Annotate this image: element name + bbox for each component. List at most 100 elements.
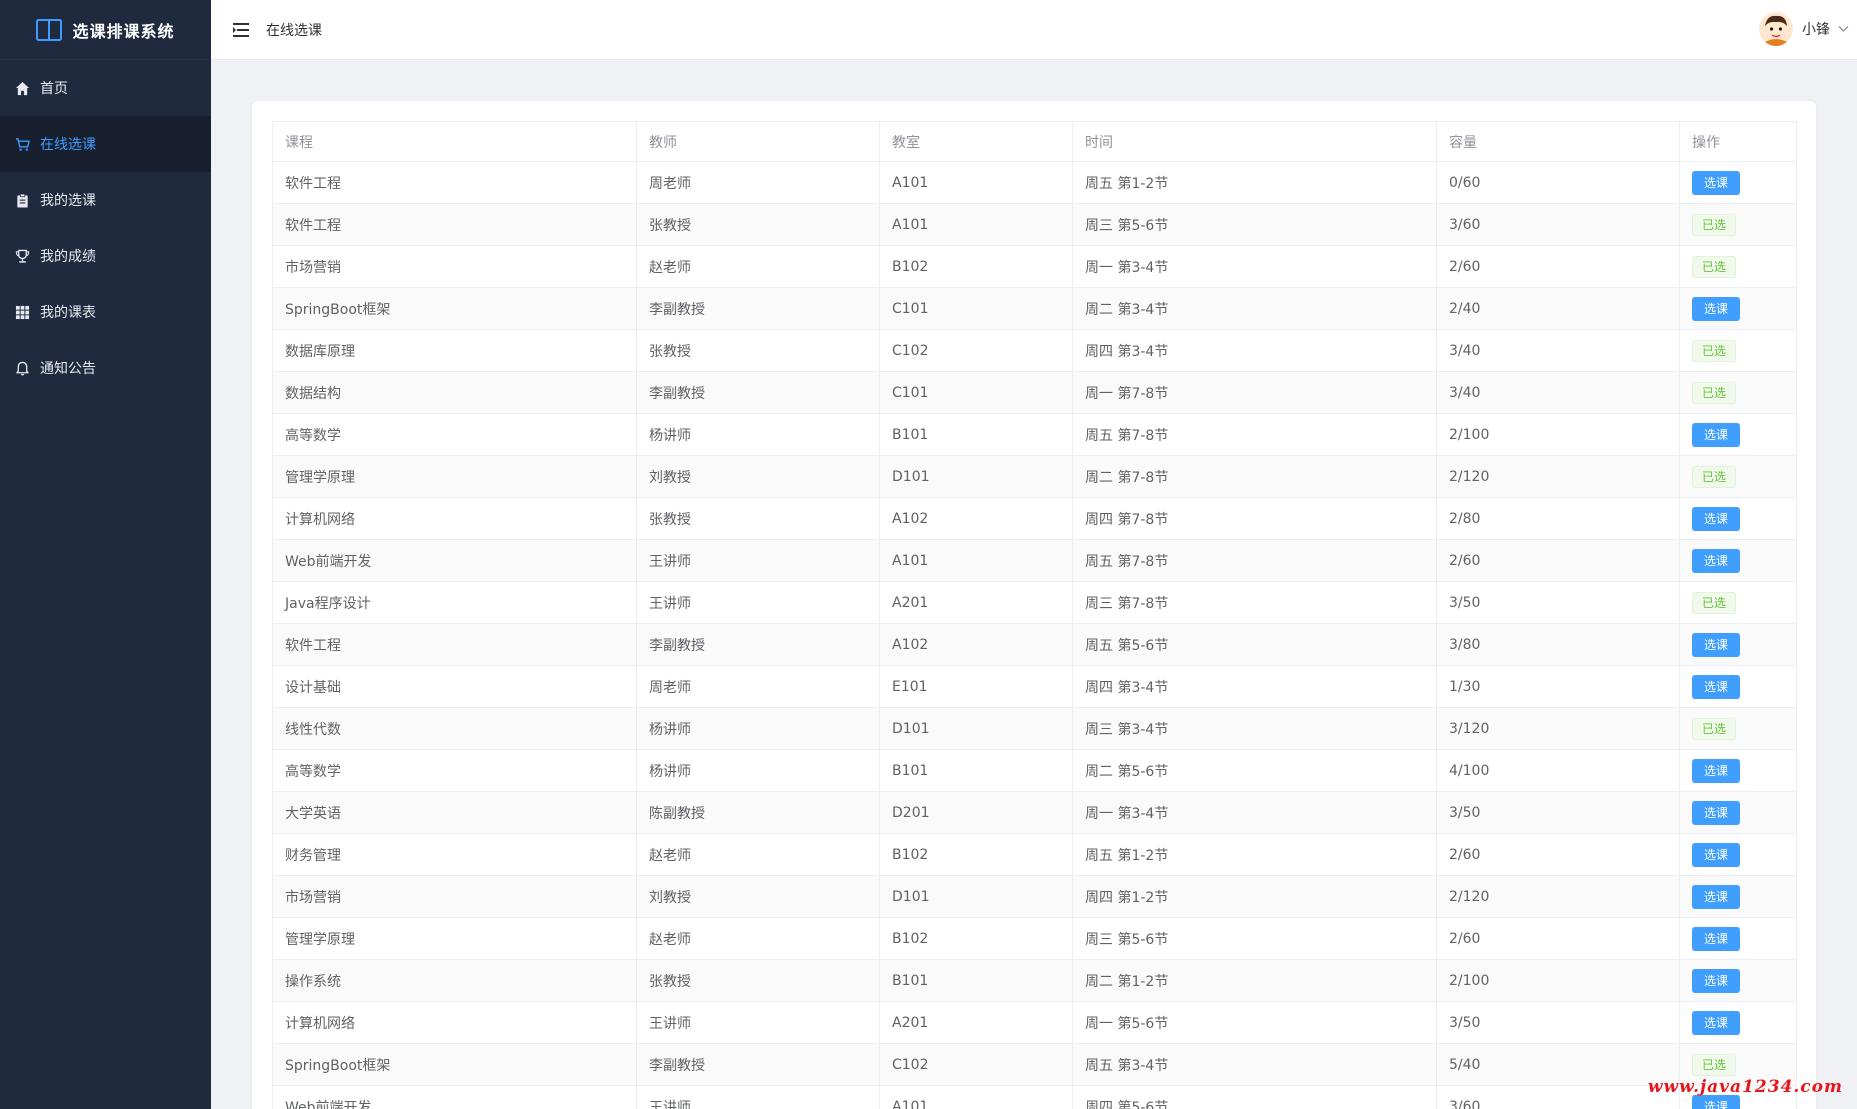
sidebar-item-5[interactable]: 通知公告	[0, 340, 211, 396]
sidebar-item-2[interactable]: 我的选课	[0, 172, 211, 228]
cell-action: 已选	[1679, 455, 1797, 498]
cell-teacher: 张教授	[636, 203, 880, 246]
cell-time: 周五 第7-8节	[1072, 413, 1437, 456]
cell-time: 周五 第5-6节	[1072, 623, 1437, 666]
cell-teacher: 李副教授	[636, 1043, 880, 1086]
sidebar-item-4[interactable]: 我的课表	[0, 284, 211, 340]
cell-teacher: 张教授	[636, 497, 880, 540]
cell-capacity: 2/80	[1436, 497, 1680, 540]
cell-capacity: 2/100	[1436, 413, 1680, 456]
cell-course: 管理学原理	[272, 917, 637, 960]
table-row: 市场营销 赵老师 B102 周一 第3-4节 2/60 已选	[272, 245, 1797, 288]
home-icon	[15, 81, 30, 96]
cell-course: 设计基础	[272, 665, 637, 708]
cell-action: 选课	[1679, 413, 1797, 456]
cell-course: 软件工程	[272, 161, 637, 204]
cell-action: 选课	[1679, 749, 1797, 792]
cell-course: 市场营销	[272, 245, 637, 288]
course-card: 课程 教师 教室 时间 容量 操作 软件工程 周老师 A101 周五 第1-2节 0/6…	[252, 101, 1816, 1109]
select-course-button[interactable]: 选课	[1692, 674, 1740, 699]
sidebar-menu: 首页 在线选课 我的选课 我的成绩 我的课表 通知公告	[0, 60, 211, 396]
cell-course: 管理学原理	[272, 455, 637, 498]
select-course-button[interactable]: 选课	[1692, 1010, 1740, 1035]
cell-teacher: 张教授	[636, 329, 880, 372]
select-course-button[interactable]: 选课	[1692, 926, 1740, 951]
cell-teacher: 周老师	[636, 665, 880, 708]
cell-course: 数据结构	[272, 371, 637, 414]
avatar	[1759, 12, 1793, 46]
cell-action: 选课	[1679, 833, 1797, 876]
cell-teacher: 陈副教授	[636, 791, 880, 834]
sidebar: 选课排课系统 首页 在线选课 我的选课 我的成绩 我的课表 通知公告	[0, 0, 211, 1109]
cell-room: A102	[879, 497, 1073, 540]
table-row: SpringBoot框架 李副教授 C102 周五 第3-4节 5/40 已选	[272, 1043, 1797, 1086]
menu-toggle-icon[interactable]	[233, 22, 249, 37]
cell-capacity: 3/50	[1436, 1001, 1680, 1044]
select-course-button[interactable]: 选课	[1692, 968, 1740, 993]
select-course-button[interactable]: 选课	[1692, 422, 1740, 447]
cell-room: C102	[879, 329, 1073, 372]
cell-time: 周三 第7-8节	[1072, 581, 1437, 624]
course-table-wrap: 课程 教师 教室 时间 容量 操作 软件工程 周老师 A101 周五 第1-2节 0/6…	[272, 121, 1797, 1109]
cell-teacher: 王讲师	[636, 1085, 880, 1109]
cell-time: 周五 第7-8节	[1072, 539, 1437, 582]
sidebar-item-1[interactable]: 在线选课	[0, 116, 211, 172]
select-course-button[interactable]: 选课	[1692, 842, 1740, 867]
select-course-button[interactable]: 选课	[1692, 800, 1740, 825]
cell-action: 选课	[1679, 539, 1797, 582]
table-row: 计算机网络 张教授 A102 周四 第7-8节 2/80 选课	[272, 497, 1797, 540]
cell-teacher: 杨讲师	[636, 749, 880, 792]
cell-room: A101	[879, 203, 1073, 246]
cell-course: 线性代数	[272, 707, 637, 750]
cell-action: 已选	[1679, 707, 1797, 750]
select-course-button[interactable]: 选课	[1692, 170, 1740, 195]
cell-action: 选课	[1679, 1001, 1797, 1044]
table-row: 市场营销 刘教授 D101 周四 第1-2节 2/120 选课	[272, 875, 1797, 918]
cell-teacher: 赵老师	[636, 833, 880, 876]
user-menu[interactable]: 小锋	[1759, 12, 1849, 46]
cell-room: D101	[879, 707, 1073, 750]
cell-action: 已选	[1679, 371, 1797, 414]
selected-tag: 已选	[1692, 1053, 1736, 1076]
select-course-button[interactable]: 选课	[1692, 632, 1740, 657]
cell-course: 计算机网络	[272, 1001, 637, 1044]
column-header-teacher: 教师	[636, 121, 880, 162]
cell-room: B102	[879, 917, 1073, 960]
table-row: 线性代数 杨讲师 D101 周三 第3-4节 3/120 已选	[272, 707, 1797, 750]
cell-teacher: 王讲师	[636, 1001, 880, 1044]
cell-action: 选课	[1679, 497, 1797, 540]
table-row: 财务管理 赵老师 B102 周五 第1-2节 2/60 选课	[272, 833, 1797, 876]
selected-tag: 已选	[1692, 381, 1736, 404]
select-course-button[interactable]: 选课	[1692, 296, 1740, 321]
table-row: 设计基础 周老师 E101 周四 第3-4节 1/30 选课	[272, 665, 1797, 708]
trophy-icon	[15, 249, 30, 264]
select-course-button[interactable]: 选课	[1692, 758, 1740, 783]
select-course-button[interactable]: 选课	[1692, 548, 1740, 573]
brand[interactable]: 选课排课系统	[0, 0, 211, 60]
sidebar-item-0[interactable]: 首页	[0, 60, 211, 116]
table-row: 计算机网络 王讲师 A201 周一 第5-6节 3/50 选课	[272, 1001, 1797, 1044]
selected-tag: 已选	[1692, 717, 1736, 740]
cell-course: SpringBoot框架	[272, 1043, 637, 1086]
cell-room: B102	[879, 245, 1073, 288]
cell-room: B102	[879, 833, 1073, 876]
cell-capacity: 0/60	[1436, 161, 1680, 204]
cell-capacity: 3/120	[1436, 707, 1680, 750]
cell-action: 选课	[1679, 959, 1797, 1002]
app-root: 选课排课系统 首页 在线选课 我的选课 我的成绩 我的课表 通知公告 在线选课 小锋	[0, 0, 1857, 1109]
cell-room: A101	[879, 161, 1073, 204]
column-header-time: 时间	[1072, 121, 1437, 162]
cell-time: 周四 第1-2节	[1072, 875, 1437, 918]
selected-tag: 已选	[1692, 465, 1736, 488]
table-row: 大学英语 陈副教授 D201 周一 第3-4节 3/50 选课	[272, 791, 1797, 834]
table-row: 数据结构 李副教授 C101 周一 第7-8节 3/40 已选	[272, 371, 1797, 414]
table-row: Web前端开发 王讲师 A101 周五 第7-8节 2/60 选课	[272, 539, 1797, 582]
username: 小锋	[1802, 22, 1830, 38]
cell-capacity: 2/100	[1436, 959, 1680, 1002]
cell-action: 选课	[1679, 665, 1797, 708]
select-course-button[interactable]: 选课	[1692, 884, 1740, 909]
cell-teacher: 王讲师	[636, 539, 880, 582]
cell-course: 软件工程	[272, 203, 637, 246]
select-course-button[interactable]: 选课	[1692, 506, 1740, 531]
sidebar-item-3[interactable]: 我的成绩	[0, 228, 211, 284]
